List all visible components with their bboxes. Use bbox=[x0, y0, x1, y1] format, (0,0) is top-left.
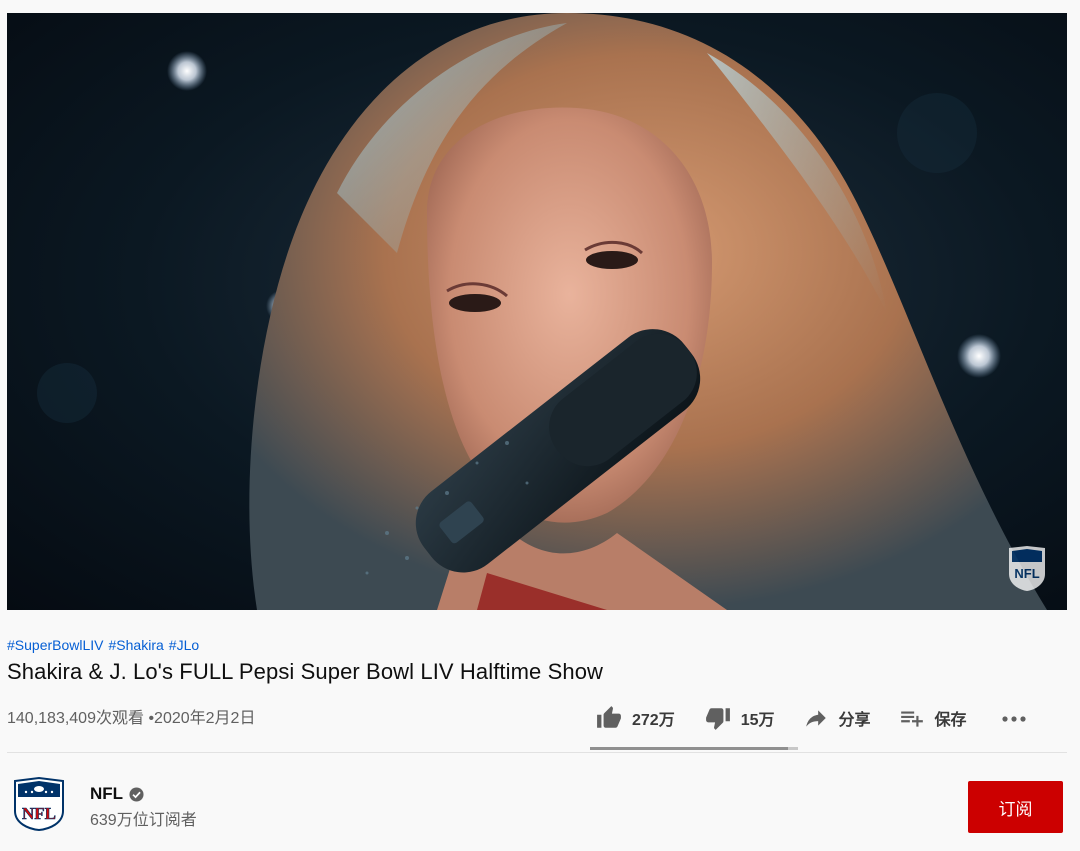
more-horizontal-icon[interactable] bbox=[999, 705, 1029, 731]
hashtag-link[interactable]: #JLo bbox=[169, 637, 199, 653]
channel-name[interactable]: NFL bbox=[90, 784, 144, 804]
video-player[interactable]: NFL bbox=[7, 13, 1067, 610]
save-label: 保存 bbox=[934, 712, 967, 729]
like-button[interactable]: 272万 bbox=[596, 705, 675, 731]
video-actions: 272万 15万 分享 保存 bbox=[596, 702, 1029, 734]
watch-page: NFL #SuperBowlLIV #Shakira #JLo Shakira & … bbox=[0, 0, 1080, 851]
verified-check-icon bbox=[129, 786, 144, 802]
thumbs-down-icon bbox=[705, 708, 730, 730]
sentiment-bar-fill bbox=[590, 747, 788, 750]
hashtag-list: #SuperBowlLIV #Shakira #JLo bbox=[7, 637, 204, 653]
video-title: Shakira & J. Lo's FULL Pepsi Super Bowl … bbox=[7, 659, 604, 684]
channel-avatar[interactable]: NFL bbox=[12, 775, 66, 831]
like-count: 272万 bbox=[632, 712, 675, 729]
nfl-watermark-icon: NFL bbox=[1009, 546, 1045, 591]
view-count: 140,183,409次观看 bbox=[7, 710, 144, 727]
svg-text:NFL: NFL bbox=[22, 804, 56, 823]
svg-text:NFL: NFL bbox=[1014, 566, 1039, 581]
dislike-button[interactable]: 15万 bbox=[705, 705, 775, 731]
sentiment-bar bbox=[590, 747, 798, 750]
playlist-add-icon bbox=[900, 711, 923, 727]
subscribe-button[interactable]: 订阅 bbox=[968, 781, 1063, 833]
save-button[interactable]: 保存 bbox=[899, 705, 967, 731]
divider bbox=[7, 752, 1067, 753]
subscriber-count: 639万位订阅者 bbox=[90, 812, 197, 829]
thumbs-up-icon bbox=[597, 706, 621, 728]
dislike-count: 15万 bbox=[740, 712, 775, 729]
upload-date: 2020年2月2日 bbox=[154, 710, 256, 727]
hashtag-link[interactable]: #Shakira bbox=[109, 637, 164, 653]
hashtag-link[interactable]: #SuperBowlLIV bbox=[7, 637, 104, 653]
channel-name-text: NFL bbox=[90, 784, 124, 803]
share-label: 分享 bbox=[838, 712, 871, 729]
share-button[interactable]: 分享 bbox=[803, 705, 871, 731]
video-frame[interactable] bbox=[7, 13, 1067, 610]
share-arrow-icon bbox=[805, 710, 826, 727]
video-info: 140,183,409次观看 •2020年2月2日 bbox=[7, 704, 255, 728]
